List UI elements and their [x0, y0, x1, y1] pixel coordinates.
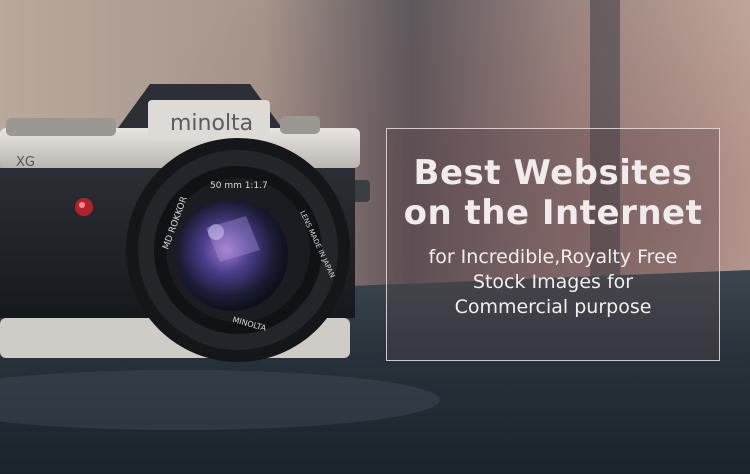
headline-line: on the Internet: [403, 193, 703, 233]
banner-subtitle: for Incredible,Royalty Free Stock Images…: [395, 245, 711, 320]
banner-headline: Best Websites on the Internet: [387, 153, 719, 233]
camera-lens: 50 mm 1:1.7 MD ROKKOR LENS MADE IN JAPAN…: [126, 138, 350, 362]
subtitle-line: Commercial purpose: [454, 296, 652, 318]
subtitle-line: Stock Images for: [472, 271, 634, 293]
headline-line: Best Websites: [413, 153, 693, 193]
subtitle-line: for Incredible,Royalty Free: [428, 246, 678, 268]
banner-box: Best Websites on the Internet for Incred…: [386, 128, 720, 361]
svg-text:XG: XG: [16, 155, 35, 170]
hero-image: minolta XG 50 mm 1:1.7 MD ROKKOR LENS MA…: [0, 0, 750, 474]
svg-text:50 mm 1:1.7: 50 mm 1:1.7: [210, 181, 268, 191]
svg-text:minolta: minolta: [170, 111, 253, 136]
